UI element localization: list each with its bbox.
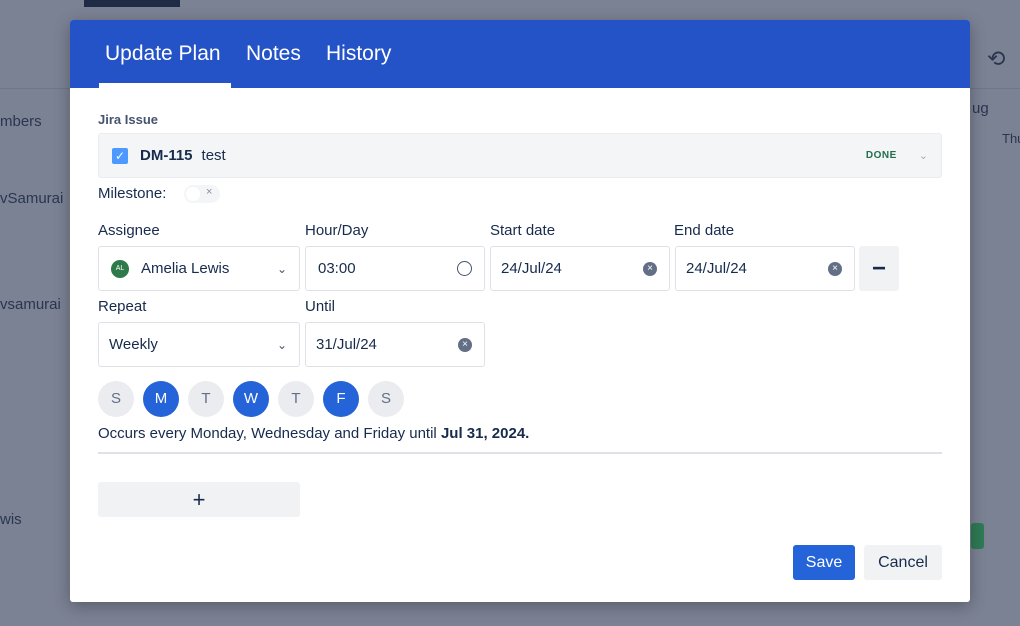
recurrence-summary: Occurs every Monday, Wednesday and Frida… bbox=[98, 425, 529, 442]
bg-text: vsamurai bbox=[0, 296, 61, 313]
bg-text: mbers bbox=[0, 113, 42, 130]
modal-header: Update Plan Notes History bbox=[70, 20, 970, 88]
repeat-select[interactable]: Weekly ⌄ bbox=[98, 322, 300, 367]
end-date-input[interactable]: 24/Jul/24 × bbox=[675, 246, 855, 291]
issue-key: DM-115 bbox=[140, 147, 193, 164]
assignee-label: Assignee bbox=[98, 222, 160, 239]
tab-history[interactable]: History bbox=[326, 42, 391, 66]
day-toggle-wednesday[interactable]: W bbox=[233, 381, 269, 417]
remove-row-button[interactable]: − bbox=[859, 246, 899, 291]
bg-tab-indicator bbox=[84, 0, 180, 7]
task-checkbox-icon: ✓ bbox=[112, 147, 128, 164]
cancel-button[interactable]: Cancel bbox=[864, 545, 942, 580]
chevron-down-icon: ⌄ bbox=[918, 150, 928, 162]
repeat-value: Weekly bbox=[109, 336, 158, 353]
bg-text: wis bbox=[0, 511, 22, 528]
summary-text: Occurs every Monday, Wednesday and Frida… bbox=[98, 425, 441, 442]
hour-label: Hour/Day bbox=[305, 222, 369, 239]
chevron-down-icon: ⌄ bbox=[276, 337, 287, 352]
active-tab-indicator bbox=[99, 83, 231, 88]
day-toggle-saturday[interactable]: S bbox=[368, 381, 404, 417]
add-row-button[interactable]: + bbox=[98, 482, 300, 517]
divider bbox=[98, 452, 942, 454]
until-date-input[interactable]: 31/Jul/24 × bbox=[305, 322, 485, 367]
avatar: AL bbox=[111, 259, 129, 278]
clock-icon bbox=[457, 261, 472, 276]
clear-icon[interactable]: × bbox=[828, 261, 842, 276]
assignee-value: Amelia Lewis bbox=[141, 260, 230, 277]
tab-update-plan[interactable]: Update Plan bbox=[105, 42, 221, 66]
tab-notes[interactable]: Notes bbox=[246, 42, 301, 66]
day-toggle-monday[interactable]: M bbox=[143, 381, 179, 417]
day-toggle-thursday[interactable]: T bbox=[278, 381, 314, 417]
summary-date: Jul 31, 2024. bbox=[440, 425, 530, 442]
start-date-value: 24/Jul/24 bbox=[501, 260, 562, 277]
milestone-toggle[interactable]: × bbox=[184, 185, 220, 203]
hour-value: 03:00 bbox=[318, 260, 356, 277]
toggle-knob bbox=[186, 187, 200, 201]
day-toggle-sunday[interactable]: S bbox=[98, 381, 134, 417]
milestone-label: Milestone: bbox=[98, 185, 167, 202]
until-label: Until bbox=[305, 298, 336, 315]
chevron-down-icon: ⌄ bbox=[276, 261, 287, 276]
hour-input[interactable]: 03:00 bbox=[305, 246, 485, 291]
bg-text: ug bbox=[972, 100, 989, 117]
end-date-label: End date bbox=[674, 222, 735, 239]
day-toggle-tuesday[interactable]: T bbox=[188, 381, 224, 417]
bg-badge bbox=[971, 523, 984, 549]
end-date-value: 24/Jul/24 bbox=[686, 260, 747, 277]
until-date-value: 31/Jul/24 bbox=[316, 336, 377, 353]
bg-text: Thu bbox=[1002, 131, 1020, 146]
save-button[interactable]: Save bbox=[793, 545, 855, 580]
start-date-label: Start date bbox=[490, 222, 556, 239]
close-icon: × bbox=[206, 186, 213, 198]
repeat-label: Repeat bbox=[98, 298, 147, 315]
status-badge: DONE bbox=[865, 150, 897, 161]
clear-icon[interactable]: × bbox=[643, 261, 657, 276]
jira-issue-label: Jira Issue bbox=[98, 112, 158, 127]
bg-text: vSamurai bbox=[0, 190, 64, 207]
issue-summary: test bbox=[201, 147, 226, 164]
refresh-icon[interactable]: ⟲ bbox=[987, 46, 1005, 72]
start-date-input[interactable]: 24/Jul/24 × bbox=[490, 246, 670, 291]
clear-icon[interactable]: × bbox=[458, 337, 472, 352]
day-toggle-friday[interactable]: F bbox=[323, 381, 359, 417]
assignee-select[interactable]: AL Amelia Lewis ⌄ bbox=[98, 246, 300, 291]
update-plan-modal: Update Plan Notes History Jira Issue ✓ D… bbox=[70, 20, 970, 602]
jira-issue-select[interactable]: ✓ DM-115 test DONE ⌄ bbox=[98, 133, 942, 178]
